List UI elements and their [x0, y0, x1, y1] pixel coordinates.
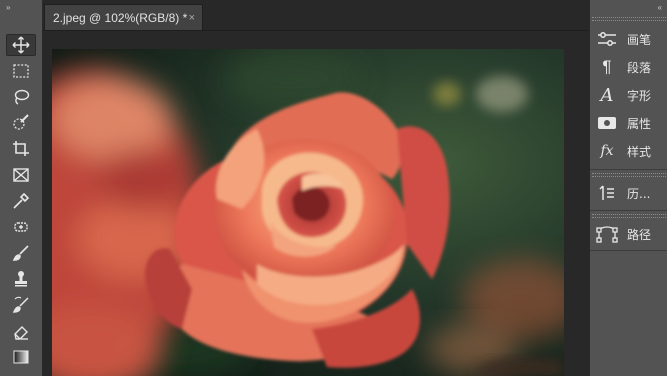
dock-collapse-button[interactable]: «	[658, 3, 663, 12]
eyedropper-icon	[13, 192, 30, 209]
close-tab-button[interactable]: ×	[189, 12, 195, 24]
eyedropper-tool[interactable]	[6, 190, 36, 212]
panel-paths[interactable]: 路径	[596, 222, 666, 246]
panel-group-divider	[590, 210, 667, 211]
brush-icon	[12, 245, 29, 261]
panel-group-grip[interactable]	[592, 173, 666, 177]
quick-selection-icon	[13, 114, 29, 130]
crop-tool[interactable]	[6, 138, 36, 160]
gradient-tool[interactable]	[6, 346, 36, 368]
panel-styles[interactable]: fx 样式	[596, 139, 666, 163]
panel-label: 字形	[627, 88, 652, 103]
tools-panel: »	[0, 0, 43, 376]
lasso-icon	[14, 89, 30, 105]
panel-brush-settings[interactable]: 画笔	[596, 27, 666, 51]
frame-tool[interactable]	[6, 164, 36, 186]
document-tab[interactable]: 2.jpeg @ 102%(RGB/8) * ×	[44, 4, 203, 30]
properties-icon	[596, 113, 618, 133]
paths-icon	[596, 224, 618, 244]
history-icon	[596, 183, 618, 203]
styles-fx-icon: fx	[600, 143, 614, 159]
lasso-tool[interactable]	[6, 86, 36, 108]
paragraph-icon: ¶	[602, 57, 612, 76]
crop-icon	[13, 141, 29, 156]
clone-stamp-tool[interactable]	[6, 268, 36, 290]
image-canvas[interactable]	[52, 49, 564, 376]
panel-label: 历...	[627, 186, 651, 201]
panel-history[interactable]: 历...	[596, 181, 666, 205]
panel-group-grip[interactable]	[592, 17, 666, 21]
brush-tool[interactable]	[6, 242, 36, 264]
eraser-icon	[14, 326, 28, 340]
brush-settings-icon	[596, 29, 618, 49]
panel-label: 段落	[627, 60, 652, 75]
glyphs-icon: A	[600, 84, 614, 106]
frame-icon	[13, 168, 29, 182]
rectangular-marquee-tool[interactable]	[6, 60, 36, 82]
history-brush-icon	[12, 296, 29, 313]
panel-paragraph[interactable]: ¶ 段落	[596, 55, 666, 79]
eraser-tool[interactable]	[6, 320, 36, 342]
panel-properties[interactable]: 属性	[596, 111, 666, 135]
document-window: 2.jpeg @ 102%(RGB/8) * ×	[43, 0, 589, 376]
panel-label: 属性	[627, 116, 652, 131]
healing-brush-tool[interactable]	[6, 216, 36, 238]
panel-dock: « 画笔 ¶ 段落 A 字形 属性 fx 样式 历... 路径	[589, 0, 667, 376]
panel-group-divider	[590, 250, 667, 251]
panel-label: 画笔	[627, 32, 652, 47]
move-icon	[12, 36, 30, 54]
rose-photo	[52, 49, 564, 376]
marquee-icon	[13, 64, 29, 78]
panel-group-divider	[590, 169, 667, 170]
gradient-icon	[13, 350, 29, 364]
tab-bar-divider	[43, 30, 589, 31]
quick-selection-tool[interactable]	[6, 112, 36, 134]
panel-label: 路径	[627, 227, 652, 242]
history-brush-tool[interactable]	[6, 294, 36, 316]
toolbar-collapse-button[interactable]: »	[6, 3, 11, 12]
document-tab-title: 2.jpeg @ 102%(RGB/8) *	[53, 10, 188, 25]
move-tool[interactable]	[6, 34, 36, 56]
panel-label: 样式	[627, 144, 652, 159]
healing-brush-icon	[14, 222, 28, 232]
panel-group-grip[interactable]	[592, 214, 666, 218]
stamp-icon	[15, 271, 27, 287]
panel-glyphs[interactable]: A 字形	[596, 83, 666, 107]
